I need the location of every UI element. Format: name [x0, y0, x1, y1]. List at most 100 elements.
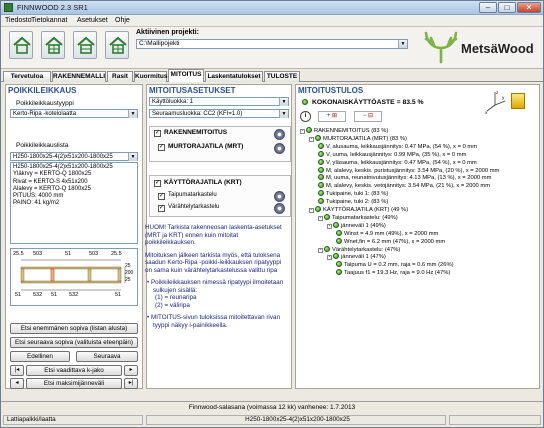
- gear-icon[interactable]: [274, 203, 285, 214]
- structural-design-label: RAKENNEMITOITUS: [164, 129, 228, 136]
- close-button[interactable]: ✕: [517, 2, 541, 13]
- find-required-spacing-button[interactable]: Etsi vaadittava k-jako: [26, 365, 122, 376]
- tree-node-label: V, alusauma, leikkausjännitys: 0.47 MPa,…: [326, 143, 478, 150]
- find-best-button[interactable]: Etsi enemmänen sopiva (listan alusta): [10, 323, 138, 334]
- section-list-select[interactable]: H250-1800x25-4(2)x51x200-1800x25 ▼: [10, 152, 138, 161]
- tree-expander-icon[interactable]: -: [309, 208, 314, 213]
- status-ok-icon: [318, 158, 324, 165]
- tree-node-label: Winst = 4.9 mm (49%), x = 2000 mm: [344, 230, 439, 237]
- save-project-button[interactable]: [73, 31, 97, 59]
- tree-expander-icon[interactable]: -: [300, 129, 305, 134]
- status-ok-icon: [318, 166, 324, 173]
- status-ok-icon: [324, 213, 330, 220]
- status-ok-icon: [315, 206, 321, 212]
- status-ok-icon: [333, 253, 339, 260]
- active-project-label: Aktiivinen projekti:: [136, 29, 200, 36]
- house-open-icon: [45, 36, 63, 54]
- tree-node-label: Värähtelytarkastelu: (47%): [332, 246, 401, 253]
- info-paragraph: Mitoituksen jälkeen tarkista myös, että …: [145, 251, 282, 274]
- info-paragraph: MITOITUS-sivun tuloksissa mitoitettavan …: [150, 314, 280, 329]
- tree-node-label: Taipumatarkastelu: (49%): [332, 214, 398, 221]
- vibration-checkbox[interactable]: ✓: [158, 205, 165, 212]
- tree-node-label: RAKENNEMITOITUS (83 %): [314, 128, 389, 134]
- design-info-text: HUOM! Tarkista rakenneosan laskenta-aset…: [145, 224, 286, 329]
- info-paragraph: Poikkileikkauksen nimessä ripatyypi ilmo…: [150, 279, 284, 294]
- next-button[interactable]: Seuraava: [76, 351, 138, 362]
- next-result-button[interactable]: ▸: [124, 365, 138, 376]
- status-ok-icon: [302, 99, 308, 105]
- section-details-box: H250-1800x25-4(2)x51x200-1800x25 Yläkrvy…: [10, 162, 138, 244]
- gear-icon[interactable]: [274, 129, 285, 140]
- deflection-label: Taipumatarkastelu: [168, 192, 217, 198]
- structure-type-cell: Lattiapalkki/laatta: [3, 415, 143, 425]
- tree-expander-icon[interactable]: -: [309, 136, 314, 142]
- find-max-span-button[interactable]: Etsi maksimijänneväli: [26, 378, 122, 389]
- collapse-all-button[interactable]: − ⊟: [354, 111, 382, 122]
- status-ok-icon: [324, 245, 330, 252]
- mrt-label: MURTORAJATILA (MRT): [168, 143, 244, 150]
- consequence-class-value: Seuraamusluokka: CC2 (KFI=1.0): [152, 111, 243, 117]
- tree-node-label: V, yläsauma, leikkausjännitys: 0.47 MPa,…: [326, 159, 477, 166]
- prev-result-button[interactable]: ◂: [10, 378, 24, 389]
- status-ok-icon: [306, 127, 312, 133]
- expand-all-button[interactable]: + ⊞: [318, 111, 346, 122]
- status-ok-icon: [318, 150, 324, 157]
- info-button[interactable]: i: [300, 111, 311, 122]
- previous-button[interactable]: Edellinen: [10, 351, 70, 362]
- dim-bottom-2: 51: [51, 292, 58, 298]
- dim-top-2: 51: [65, 251, 72, 257]
- vibration-label: Värähtelytarkastelu: [168, 204, 220, 210]
- usage-class-select[interactable]: Käyttöluokka: 1 ▼: [149, 97, 289, 106]
- status-bar: Finnwood-salasana (voimassa 12 kk) vanhe…: [1, 401, 543, 427]
- first-result-button[interactable]: |◂: [10, 365, 24, 376]
- tree-node-label: M, alalevy, keskis. vetojännitys: 3.54 M…: [326, 183, 491, 190]
- tree-expander-icon[interactable]: -: [327, 223, 332, 229]
- menu-help[interactable]: Ohje: [115, 17, 130, 24]
- tab-results[interactable]: Laskentatulokset: [205, 71, 263, 82]
- tab-structural-model[interactable]: RAKENNEMALLI: [52, 71, 106, 82]
- tree-node-label: Tukipaine, tuki 1: (83 %): [326, 191, 389, 198]
- mrt-checkbox[interactable]: ✓: [158, 144, 165, 151]
- tree-node-label: Taajuus f1 = 19.3 Hz, raja = 9.0 Hz (47%…: [344, 270, 451, 277]
- cross-section-drawing: 25.5 503 51 503 25.5 25 200 25 51 532 51…: [10, 248, 138, 306]
- results-tree-node[interactable]: Taajuus f1 = 19.3 Hz, raja = 9.0 Hz (47%…: [336, 269, 450, 278]
- deflection-checkbox[interactable]: ✓: [158, 193, 165, 200]
- serviceability-checkbox[interactable]: ✓: [154, 180, 161, 187]
- info-bullet: • Poikkileikkauksen nimessä ripatyypi il…: [147, 279, 284, 294]
- tab-welcome[interactable]: Tervetuloa: [3, 71, 51, 82]
- section-type-select[interactable]: Kerto-Ripa -kotelolaatta ▼: [10, 109, 138, 118]
- gear-icon[interactable]: [274, 191, 285, 202]
- menu-databases[interactable]: Tietokannat: [31, 17, 67, 24]
- menu-settings[interactable]: Asetukset: [77, 17, 108, 24]
- tree-expander-icon[interactable]: -: [318, 215, 323, 221]
- structural-design-checkbox[interactable]: ✓: [154, 130, 161, 137]
- section-3d-icon: [511, 93, 525, 109]
- license-status: Finnwood-salasana (voimassa 12 kk) vanhe…: [188, 404, 356, 411]
- save-as-project-button[interactable]: [105, 31, 129, 59]
- active-project-select[interactable]: C:\Mallipojekti ▼: [136, 39, 408, 49]
- consequence-class-select[interactable]: Seuraamusluokka: CC2 (KFI=1.0) ▼: [149, 109, 289, 118]
- minimize-button[interactable]: –: [479, 2, 497, 13]
- tree-expander-icon[interactable]: -: [327, 255, 332, 261]
- tab-design[interactable]: MITOITUS: [168, 69, 204, 82]
- new-project-button[interactable]: [9, 31, 33, 59]
- gear-icon[interactable]: [274, 143, 285, 154]
- open-project-button[interactable]: [41, 31, 65, 59]
- usage-class-value: Käyttöluokka: 1: [152, 99, 194, 105]
- tab-printout[interactable]: TULOSTE: [264, 71, 300, 82]
- metsawood-logo: MetsäWood: [421, 29, 534, 65]
- tree-expander-icon[interactable]: -: [318, 247, 323, 253]
- cross-section-panel: POIKKILEIKKAUS Poikkileikkaustyyppi Kert…: [5, 84, 143, 389]
- maximize-button[interactable]: □: [498, 2, 516, 13]
- info-paragraph: (1) = reunaripa: [155, 294, 197, 301]
- find-next-best-button[interactable]: Etsi seuraava sopiva (valituista eteenpä…: [10, 337, 138, 348]
- tab-load-cases[interactable]: Kuormitus: [134, 71, 168, 82]
- last-result-button[interactable]: ▸|: [124, 378, 138, 389]
- status-ok-icon: [318, 142, 324, 149]
- main-tabs: Tervetuloa RAKENNEMALLI Rasit Kuormitus …: [1, 69, 543, 82]
- dim-bottom-1: 532: [33, 292, 43, 298]
- detail-line: Alalevy = KERTO-Q 1800x25: [13, 185, 91, 192]
- menu-file[interactable]: Tiedosto: [5, 17, 32, 24]
- tab-loads[interactable]: Rasit: [107, 71, 133, 82]
- chevron-down-icon: ▼: [279, 98, 288, 106]
